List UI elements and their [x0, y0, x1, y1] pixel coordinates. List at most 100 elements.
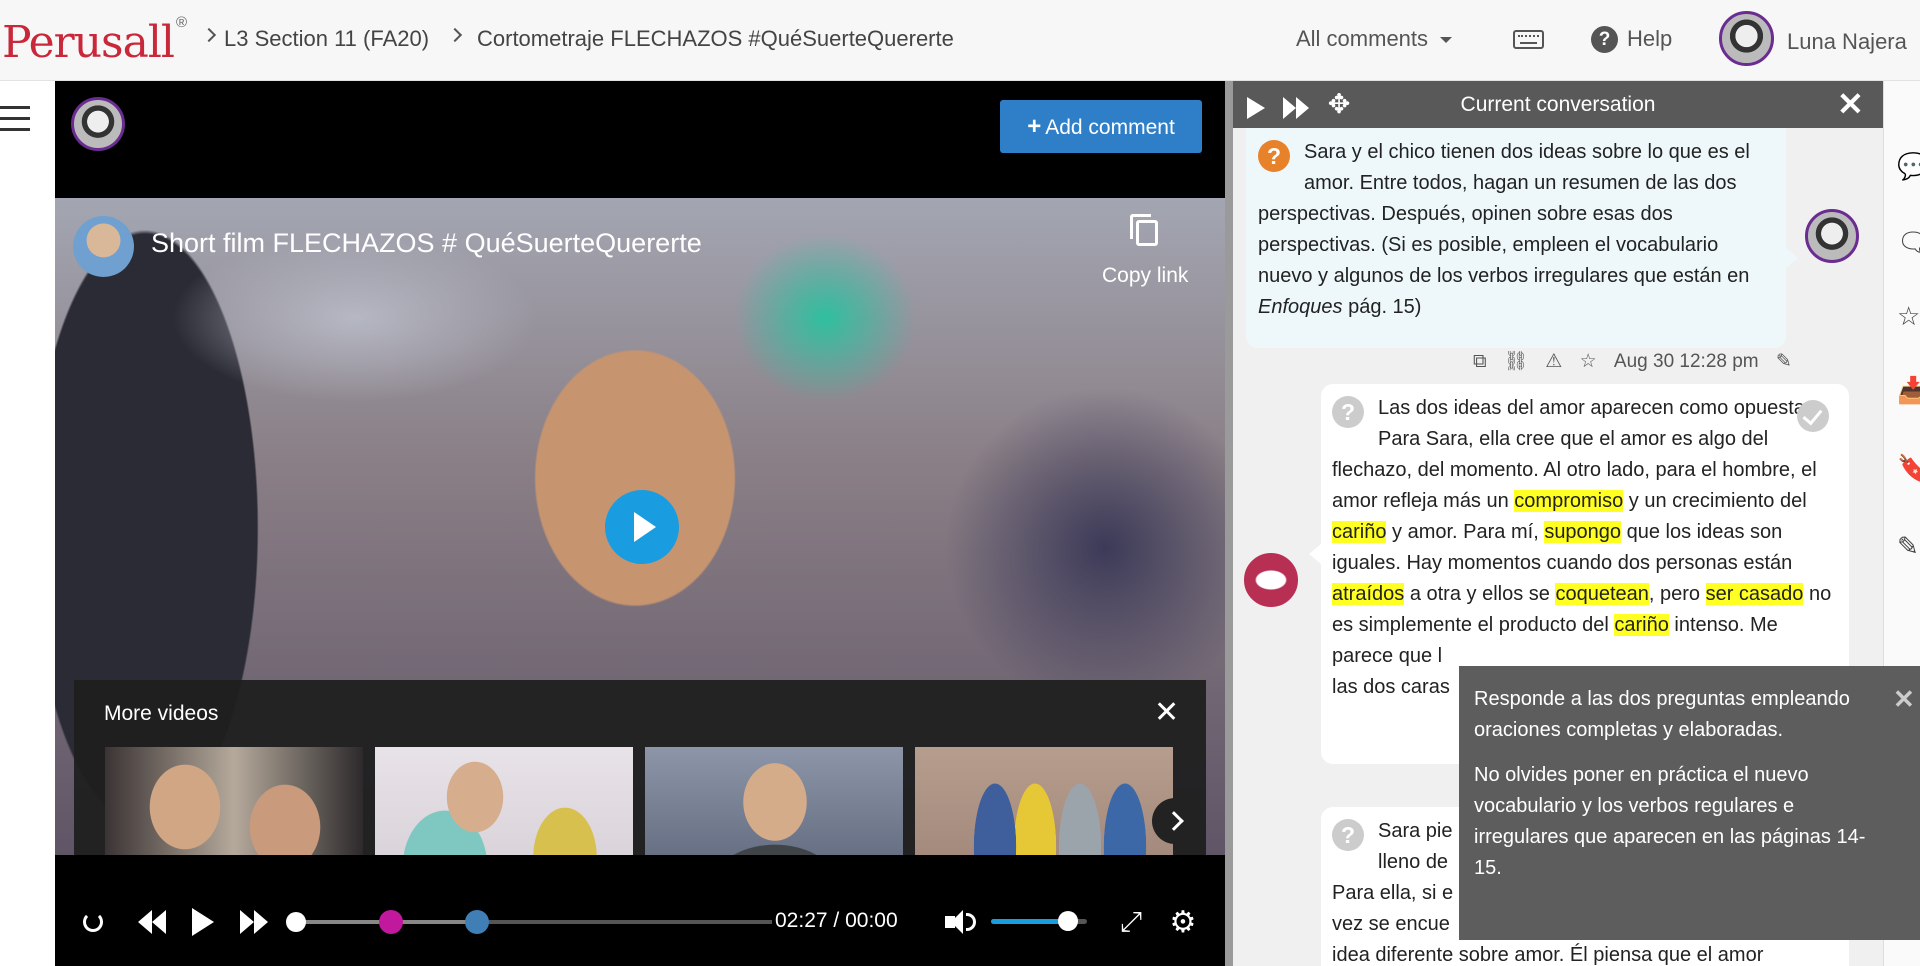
- author-avatar[interactable]: [71, 97, 125, 151]
- time-display: 02:27 / 00:00: [775, 909, 898, 933]
- breadcrumb-document[interactable]: Cortometraje FLECHAZOS #QuéSuerteQuerert…: [477, 26, 954, 52]
- replay-icon[interactable]: [75, 897, 111, 947]
- comment-icon[interactable]: 💬: [1897, 153, 1920, 179]
- more-videos-panel: More videos ✕: [74, 680, 1206, 855]
- video-thumbnail[interactable]: [105, 747, 363, 855]
- volume-handle[interactable]: [1057, 911, 1078, 931]
- player-controls: 02:27 / 00:00 ⤢ ⚙: [55, 897, 1225, 947]
- reply-text-segment: y un crecimiento del: [1623, 490, 1807, 512]
- highlighted-word: atraídos: [1332, 583, 1405, 605]
- menu-icon[interactable]: [0, 106, 30, 139]
- question-grey-icon: ?: [1332, 396, 1364, 428]
- video-frame[interactable]: Short film FLECHAZOS # QuéSuerteQuererte…: [55, 198, 1225, 855]
- volume-icon[interactable]: [942, 897, 978, 947]
- video-thumbnail[interactable]: [645, 747, 903, 855]
- video-panel: + Add comment Short film FLECHAZOS # QuéS…: [55, 81, 1225, 966]
- reply-text-segment: las dos caras: [1332, 676, 1450, 698]
- conversation-title: Current conversation: [1460, 93, 1656, 116]
- copy-link-label[interactable]: Copy link: [1102, 264, 1188, 288]
- instructions-tooltip: Responde a las dos preguntas empleando o…: [1459, 666, 1920, 940]
- comment-marker[interactable]: [379, 910, 404, 934]
- inbox-icon[interactable]: 📥: [1897, 377, 1920, 403]
- reply-line: idea diferente sobre amor. Él piensa que…: [1332, 944, 1764, 966]
- close-icon[interactable]: ✕: [1837, 88, 1864, 120]
- chevron-right-icon: [201, 27, 217, 43]
- time-separator: /: [833, 909, 840, 932]
- question-orange-icon: ?: [1258, 140, 1290, 172]
- instructor-avatar[interactable]: [1805, 209, 1859, 263]
- more-videos-title: More videos: [104, 702, 219, 725]
- volume-level: [991, 919, 1068, 924]
- highlighted-word: cariño: [1614, 614, 1669, 636]
- duration: 00:00: [845, 909, 898, 932]
- close-icon[interactable]: ✕: [1154, 698, 1179, 728]
- highlighted-word: ser casado: [1705, 583, 1804, 605]
- channel-avatar[interactable]: [73, 216, 134, 277]
- help-link[interactable]: Help: [1627, 26, 1672, 52]
- copy-icon[interactable]: ⧉: [1473, 351, 1487, 373]
- rewind-icon[interactable]: [132, 897, 172, 947]
- video-thumbnail[interactable]: [375, 747, 633, 855]
- caret-down-icon[interactable]: [1440, 37, 1452, 43]
- breadcrumb-course[interactable]: L3 Section 11 (FA20): [224, 26, 429, 52]
- reply-text-segment: y amor. Para mí,: [1386, 521, 1545, 543]
- plus-icon: +: [1027, 113, 1042, 140]
- seek-bar[interactable]: [286, 910, 772, 934]
- chevron-right-icon: [447, 27, 463, 43]
- question-grey-icon: ?: [1332, 819, 1364, 851]
- settings-gear-icon[interactable]: ⚙: [1165, 897, 1201, 947]
- warning-icon[interactable]: ⚠: [1545, 350, 1562, 373]
- reply-text-segment: , pero: [1648, 583, 1706, 605]
- question-text-italic: Enfoques: [1258, 296, 1343, 318]
- highlighted-word: coquetean: [1555, 583, 1649, 605]
- pencil-icon[interactable]: ✎: [1897, 533, 1919, 559]
- add-comment-button[interactable]: + Add comment: [1000, 100, 1202, 153]
- comment-meta: ⧉ ⛓ ⚠ ☆ Aug 30 12:28 pm ✎: [1473, 349, 1804, 375]
- link-icon[interactable]: ⛓: [1504, 349, 1528, 373]
- check-icon[interactable]: [1797, 400, 1829, 432]
- reply-line: Sara pie: [1378, 820, 1453, 842]
- tooltip-paragraph: Responde a las dos preguntas empleando o…: [1474, 688, 1850, 741]
- fast-forward-icon[interactable]: [234, 897, 274, 947]
- highlighted-word: supongo: [1544, 521, 1622, 543]
- chevron-right-icon[interactable]: [1152, 798, 1198, 844]
- conversation-header: ✥ Current conversation ✕: [1233, 81, 1883, 128]
- comment-marker[interactable]: [464, 910, 489, 934]
- star-icon[interactable]: ☆: [1580, 350, 1597, 373]
- play-overlay-button[interactable]: [605, 490, 679, 564]
- volume-slider[interactable]: [991, 911, 1087, 931]
- highlighted-word: cariño: [1332, 521, 1387, 543]
- panel-splitter[interactable]: [1225, 81, 1233, 966]
- keyboard-icon[interactable]: [1513, 30, 1544, 49]
- video-thumbnail[interactable]: [915, 747, 1173, 855]
- reply-text: Las dos ideas del amor aparecen como opu…: [1332, 397, 1831, 698]
- star-icon[interactable]: ☆: [1897, 303, 1920, 329]
- reply-line: vez se encue: [1332, 913, 1450, 935]
- comments-filter-dropdown[interactable]: All comments: [1296, 26, 1428, 52]
- user-avatar[interactable]: [1719, 11, 1774, 66]
- user-name[interactable]: Luna Najera: [1787, 29, 1907, 55]
- fullscreen-icon[interactable]: ⤢: [1113, 897, 1149, 947]
- comment-timestamp: Aug 30 12:28 pm: [1613, 351, 1759, 372]
- pencil-icon[interactable]: ✎: [1776, 350, 1792, 373]
- current-time: 02:27: [775, 909, 828, 932]
- close-icon[interactable]: ✕: [1893, 686, 1915, 712]
- top-bar: Perusall ® L3 Section 11 (FA20) Cortometr…: [0, 0, 1920, 81]
- tooltip-paragraph: No olvides poner en práctica el nuevo vo…: [1474, 764, 1866, 879]
- help-icon[interactable]: ?: [1591, 26, 1618, 53]
- play-icon[interactable]: [183, 897, 223, 947]
- student-avatar[interactable]: [1244, 553, 1298, 607]
- reply-line: Para ella, si e: [1332, 882, 1454, 904]
- perusall-logo[interactable]: Perusall ®: [2, 14, 187, 68]
- highlighted-word: compromiso: [1514, 490, 1624, 512]
- question-text-end: pág. 15): [1342, 296, 1422, 318]
- reply-line: lleno de: [1378, 851, 1449, 873]
- comments-icon[interactable]: 🗨: [1897, 229, 1920, 255]
- video-title[interactable]: Short film FLECHAZOS # QuéSuerteQuererte: [151, 228, 702, 259]
- playhead-handle[interactable]: [286, 912, 306, 932]
- question-comment[interactable]: ? Sara y el chico tienen dos ideas sobre…: [1246, 128, 1798, 348]
- copy-icon[interactable]: [1130, 214, 1158, 246]
- reply-text-segment: a otra y ellos se: [1404, 583, 1556, 605]
- bookmark-icon[interactable]: 🔖: [1897, 455, 1920, 481]
- question-text: Sara y el chico tienen dos ideas sobre l…: [1258, 141, 1750, 287]
